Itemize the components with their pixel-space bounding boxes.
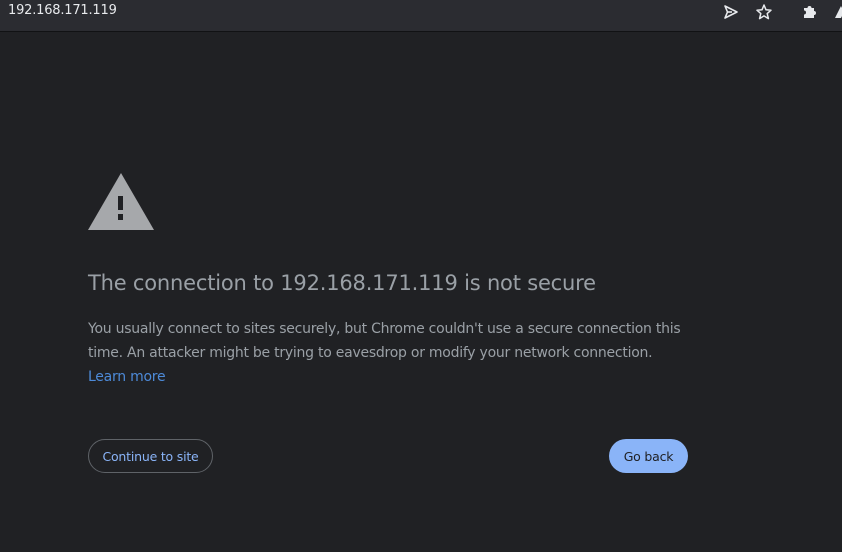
warning-description: You usually connect to sites securely, b…	[88, 317, 688, 389]
go-back-button[interactable]: Go back	[609, 439, 688, 473]
page-title: The connection to 192.168.171.119 is not…	[88, 271, 596, 295]
browser-toolbar: 192.168.171.119	[0, 0, 842, 32]
profile-icon[interactable]	[832, 3, 842, 21]
continue-to-site-button[interactable]: Continue to site	[88, 439, 213, 473]
send-icon[interactable]	[722, 3, 740, 21]
learn-more-link[interactable]: Learn more	[88, 369, 166, 385]
extensions-icon[interactable]	[801, 3, 819, 21]
warning-icon	[87, 172, 155, 236]
warning-body-text: You usually connect to sites securely, b…	[88, 321, 681, 361]
address-bar-url[interactable]: 192.168.171.119	[8, 3, 117, 18]
star-icon[interactable]	[755, 3, 773, 21]
